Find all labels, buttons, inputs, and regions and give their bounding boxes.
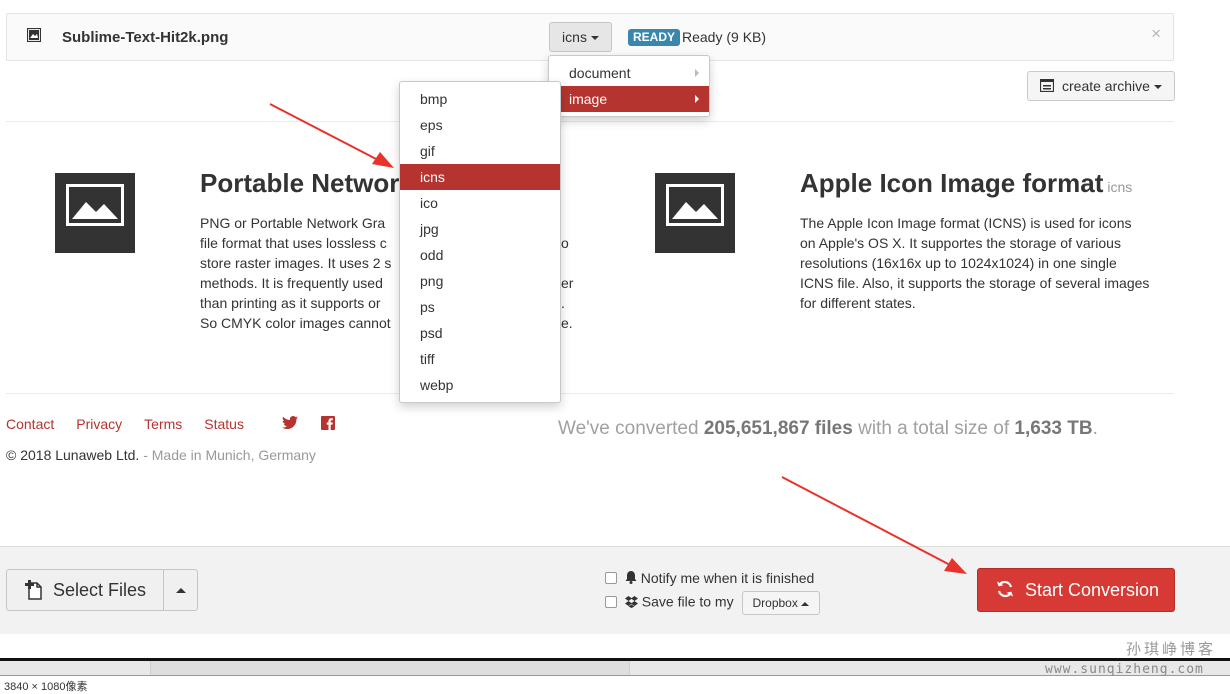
scrollbar-thumb[interactable] xyxy=(150,661,630,675)
desc-line: methods. It is frequently used xyxy=(200,275,383,291)
target-format-description: The Apple Icon Image format (ICNS) is us… xyxy=(800,213,1149,313)
chevron-right-icon xyxy=(695,69,699,77)
target-format-ext: icns xyxy=(1107,179,1133,195)
desc-line: than printing as it supports or xyxy=(200,295,381,311)
file-name: Sublime-Text-Hit2k.png xyxy=(62,29,229,46)
save-option: Save file to my Dropbox xyxy=(605,591,820,615)
menu-item-webp[interactable]: webp xyxy=(400,372,560,398)
category-menu: document image xyxy=(548,55,710,117)
footer-link-terms[interactable]: Terms xyxy=(144,416,182,432)
chevron-right-icon xyxy=(695,95,699,103)
desc-fragment: . xyxy=(561,295,565,311)
footer-link-contact[interactable]: Contact xyxy=(6,416,54,432)
desc-line: for different states. xyxy=(800,295,916,311)
menu-item-icns[interactable]: icns xyxy=(400,164,560,190)
menu-item-image[interactable]: image xyxy=(549,86,709,112)
select-files-button[interactable]: Select Files xyxy=(6,569,164,611)
watermark-url: www.sunqizheng.com xyxy=(1045,662,1204,677)
source-format-title: Portable Networ xyxy=(200,168,400,198)
desc-fragment: e. xyxy=(561,315,573,331)
caret-down-icon xyxy=(1154,85,1162,89)
dropbox-button[interactable]: Dropbox xyxy=(741,591,820,615)
create-archive-label: create archive xyxy=(1062,78,1150,94)
conversion-stats: We've converted 205,651,867 files with a… xyxy=(558,418,1098,440)
bell-icon xyxy=(625,571,637,584)
menu-item-label: document xyxy=(569,65,631,81)
format-select-button[interactable]: icns xyxy=(549,22,612,52)
twitter-icon[interactable] xyxy=(282,416,298,430)
annotation-arrow xyxy=(269,103,394,168)
start-conversion-label: Start Conversion xyxy=(1025,580,1160,600)
desc-line: resolutions (16x16x up to 1024x1024) in … xyxy=(800,255,1117,271)
select-files-dropdown-button[interactable] xyxy=(163,569,198,611)
image-file-icon xyxy=(27,28,41,42)
footer-links: Contact Privacy Terms Status xyxy=(6,416,266,432)
made-in-text: - Made in Munich, Germany xyxy=(139,447,316,463)
desc-line: on Apple's OS X. It supportes the storag… xyxy=(800,235,1121,251)
save-label: Save file to my xyxy=(641,593,734,610)
format-menu: bmp eps gif icns ico jpg odd png ps psd … xyxy=(399,81,561,403)
menu-item-tiff[interactable]: tiff xyxy=(400,346,560,372)
caret-up-icon xyxy=(800,601,809,606)
select-files-label: Select Files xyxy=(53,580,147,600)
desc-fragment: er xyxy=(561,275,574,291)
desc-line: store raster images. It uses 2 s xyxy=(200,255,392,271)
desc-line: file format that uses lossless c xyxy=(200,235,387,251)
divider xyxy=(6,121,1174,122)
stats-middle: with a total size of xyxy=(852,418,1015,439)
menu-item-bmp[interactable]: bmp xyxy=(400,86,560,112)
menu-item-psd[interactable]: psd xyxy=(400,320,560,346)
target-format-title: Apple Icon Image format icns xyxy=(800,168,1132,199)
close-icon[interactable]: × xyxy=(1151,24,1161,44)
file-row: Sublime-Text-Hit2k.png icns READY Ready … xyxy=(6,13,1174,61)
copyright-text: © 2018 Lunaweb Ltd. xyxy=(6,447,140,463)
copyright: © 2018 Lunaweb Ltd. - Made in Munich, Ge… xyxy=(6,447,316,463)
notify-option: Notify me when it is finished xyxy=(605,570,814,586)
stats-suffix: . xyxy=(1092,418,1098,439)
stats-prefix: We've converted xyxy=(558,418,704,439)
refresh-icon xyxy=(997,580,1013,598)
menu-item-gif[interactable]: gif xyxy=(400,138,560,164)
notify-label: Notify me when it is finished xyxy=(640,570,815,586)
dropbox-icon xyxy=(624,595,638,608)
add-file-icon xyxy=(25,580,42,600)
caret-down-icon xyxy=(590,36,599,41)
status-badge: READY xyxy=(628,29,681,46)
menu-item-document[interactable]: document xyxy=(549,60,709,86)
bottom-action-bar: Select Files Notify me when it is finish… xyxy=(0,546,1230,634)
menu-item-label: image xyxy=(569,91,608,107)
watermark-text: 孙琪峥博客 xyxy=(1126,640,1217,658)
save-checkbox[interactable] xyxy=(605,595,617,608)
image-format-icon xyxy=(55,173,135,253)
desc-line: PNG or Portable Network Gra xyxy=(200,215,386,231)
image-format-icon xyxy=(655,173,735,253)
desc-fragment: o xyxy=(561,235,569,251)
menu-item-eps[interactable]: eps xyxy=(400,112,560,138)
create-archive-button[interactable]: create archive xyxy=(1027,71,1175,101)
dropbox-label: Dropbox xyxy=(752,596,798,610)
footer-link-privacy[interactable]: Privacy xyxy=(76,416,122,432)
status-text: Ready (9 KB) xyxy=(682,29,767,45)
footer-link-status[interactable]: Status xyxy=(204,416,244,432)
menu-item-ico[interactable]: ico xyxy=(400,190,560,216)
menu-item-odd[interactable]: odd xyxy=(400,242,560,268)
target-format-name: Apple Icon Image format xyxy=(800,168,1104,198)
source-format-description: PNG or Portable Network Gra file format … xyxy=(200,213,391,333)
format-select-label: icns xyxy=(562,29,587,45)
notify-checkbox[interactable] xyxy=(605,572,617,584)
desc-line: The Apple Icon Image format (ICNS) is us… xyxy=(800,215,1132,231)
stats-files: 205,651,867 files xyxy=(703,418,853,439)
desc-line: ICNS file. Also, it supports the storage… xyxy=(800,275,1150,291)
desc-line: So CMYK color images cannot xyxy=(200,315,391,331)
start-conversion-button[interactable]: Start Conversion xyxy=(977,568,1175,612)
archive-icon xyxy=(1040,79,1054,92)
menu-item-ps[interactable]: ps xyxy=(400,294,560,320)
facebook-icon[interactable] xyxy=(321,416,335,430)
stats-size: 1,633 TB xyxy=(1014,418,1093,439)
menu-item-png[interactable]: png xyxy=(400,268,560,294)
menu-item-jpg[interactable]: jpg xyxy=(400,216,560,242)
caret-up-icon xyxy=(176,588,186,593)
divider xyxy=(6,393,1174,394)
